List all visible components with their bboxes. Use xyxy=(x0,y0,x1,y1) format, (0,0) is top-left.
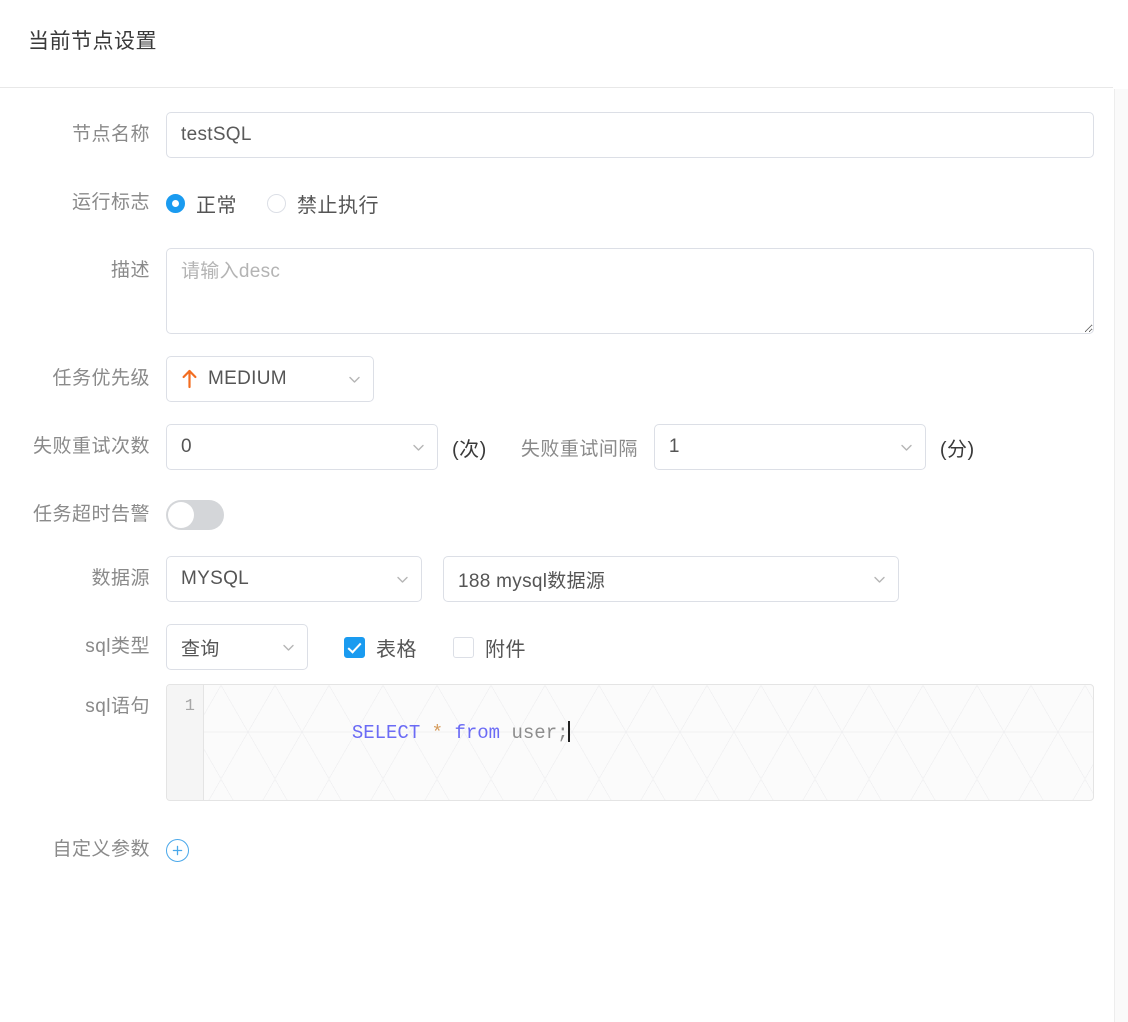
label-custom-params: 自定义参数 xyxy=(52,839,150,860)
control-node-name xyxy=(166,112,1113,158)
node-settings-dialog: 当前节点设置 节点名称 运行标志 正常 禁止执行 xyxy=(0,0,1128,1022)
timeout-alarm-toggle[interactable] xyxy=(166,500,224,530)
row-custom-params: 自定义参数 xyxy=(0,827,1113,873)
row-priority: 任务优先级 MEDIUM xyxy=(0,356,1113,402)
editor-line-numbers: 1 xyxy=(167,685,204,800)
priority-select[interactable]: MEDIUM xyxy=(166,356,374,402)
row-retry: 失败重试次数 0 (次) 失败重试间隔 1 (分) xyxy=(0,424,1113,470)
radio-selected-icon xyxy=(166,193,185,213)
node-name-input[interactable] xyxy=(166,112,1094,158)
chevron-down-icon xyxy=(395,572,410,587)
datasource-instance-value: 188 mysql数据源 xyxy=(458,570,606,592)
label-run-flag: 运行标志 xyxy=(71,192,150,213)
sql-token-select: SELECT xyxy=(351,722,421,744)
sql-code-editor[interactable]: 1 SELECT * from user; xyxy=(166,684,1094,801)
control-description xyxy=(166,248,1113,334)
row-node-name: 节点名称 xyxy=(0,112,1113,158)
plus-circle-icon[interactable] xyxy=(166,838,189,862)
control-sql-statement: 1 SELECT * from user; xyxy=(166,684,1113,801)
radio-run-flag-forbidden[interactable]: 禁止执行 xyxy=(267,189,379,218)
retry-times-select[interactable]: 0 xyxy=(166,424,438,470)
row-run-flag: 运行标志 正常 禁止执行 xyxy=(0,180,1113,226)
checkbox-checked-icon xyxy=(344,636,365,658)
sql-token-star: * xyxy=(431,722,444,744)
control-timeout-alarm xyxy=(166,492,1113,538)
text-cursor-icon xyxy=(567,721,570,742)
control-custom-params xyxy=(166,827,1113,873)
row-datasource: 数据源 MYSQL 188 mysql数据源 xyxy=(0,556,1113,602)
label-retry-times: 失败重试次数 xyxy=(32,436,150,457)
editor-code-line[interactable]: SELECT * from user; xyxy=(204,685,1093,800)
checkbox-unchecked-icon xyxy=(453,636,474,658)
row-sql-type: sql类型 查询 表格 附件 xyxy=(0,624,1113,670)
sql-token-table: user; xyxy=(511,722,569,744)
datasource-type-value: MYSQL xyxy=(181,568,250,589)
retry-times-value: 0 xyxy=(181,436,192,457)
radio-label-forbidden: 禁止执行 xyxy=(297,194,379,217)
chevron-down-icon xyxy=(411,440,426,455)
control-run-flag: 正常 禁止执行 xyxy=(166,180,1113,226)
label-timeout-alarm: 任务超时告警 xyxy=(32,504,150,525)
label-sql-statement: sql语句 xyxy=(85,696,150,717)
row-timeout-alarm: 任务超时告警 xyxy=(0,492,1113,538)
dialog-header: 当前节点设置 xyxy=(0,0,1113,88)
label-retry-interval: 失败重试间隔 xyxy=(520,438,638,460)
arrow-up-icon xyxy=(181,369,198,389)
checkbox-attachment[interactable]: 附件 xyxy=(453,633,526,662)
checkbox-label-attachment: 附件 xyxy=(485,638,526,661)
chevron-down-icon xyxy=(281,640,296,655)
radio-run-flag-normal[interactable]: 正常 xyxy=(166,189,237,218)
control-retry: 0 (次) 失败重试间隔 1 (分) xyxy=(166,424,1113,470)
label-datasource: 数据源 xyxy=(91,568,150,589)
priority-value: MEDIUM xyxy=(208,368,287,389)
checkbox-table[interactable]: 表格 xyxy=(344,633,417,662)
label-sql-type: sql类型 xyxy=(85,636,150,657)
label-description: 描述 xyxy=(110,260,150,281)
run-flag-radio-group: 正常 禁止执行 xyxy=(166,189,409,218)
label-priority: 任务优先级 xyxy=(52,368,150,389)
control-sql-type: 查询 表格 附件 xyxy=(166,624,1113,670)
sql-token-from: from xyxy=(454,722,501,744)
sql-type-select[interactable]: 查询 xyxy=(166,624,308,670)
retry-interval-unit: (分) xyxy=(939,438,975,461)
control-priority: MEDIUM xyxy=(166,356,1113,402)
retry-interval-value: 1 xyxy=(668,436,680,457)
retry-times-unit: (次) xyxy=(452,438,487,461)
vertical-scrollbar[interactable] xyxy=(1114,89,1128,1022)
chevron-down-icon xyxy=(899,440,914,455)
datasource-type-select[interactable]: MYSQL xyxy=(166,556,422,602)
chevron-down-icon xyxy=(347,372,362,387)
toggle-knob-icon xyxy=(168,502,194,528)
sql-type-value: 查询 xyxy=(181,638,220,660)
label-node-name: 节点名称 xyxy=(71,124,150,145)
retry-interval-select[interactable]: 1 xyxy=(653,424,926,470)
description-textarea[interactable] xyxy=(166,248,1094,334)
row-sql-statement: sql语句 1 SELECT * from user; xyxy=(0,684,1113,801)
radio-label-normal: 正常 xyxy=(196,194,237,217)
datasource-instance-select[interactable]: 188 mysql数据源 xyxy=(443,556,899,602)
row-description: 描述 xyxy=(0,248,1113,334)
radio-unselected-icon xyxy=(267,193,286,213)
dialog-body: 节点名称 运行标志 正常 禁止执行 xyxy=(0,88,1113,1021)
chevron-down-icon xyxy=(872,572,887,587)
control-datasource: MYSQL 188 mysql数据源 xyxy=(166,556,1113,602)
checkbox-label-table: 表格 xyxy=(376,638,417,661)
page-title: 当前节点设置 xyxy=(28,30,157,53)
